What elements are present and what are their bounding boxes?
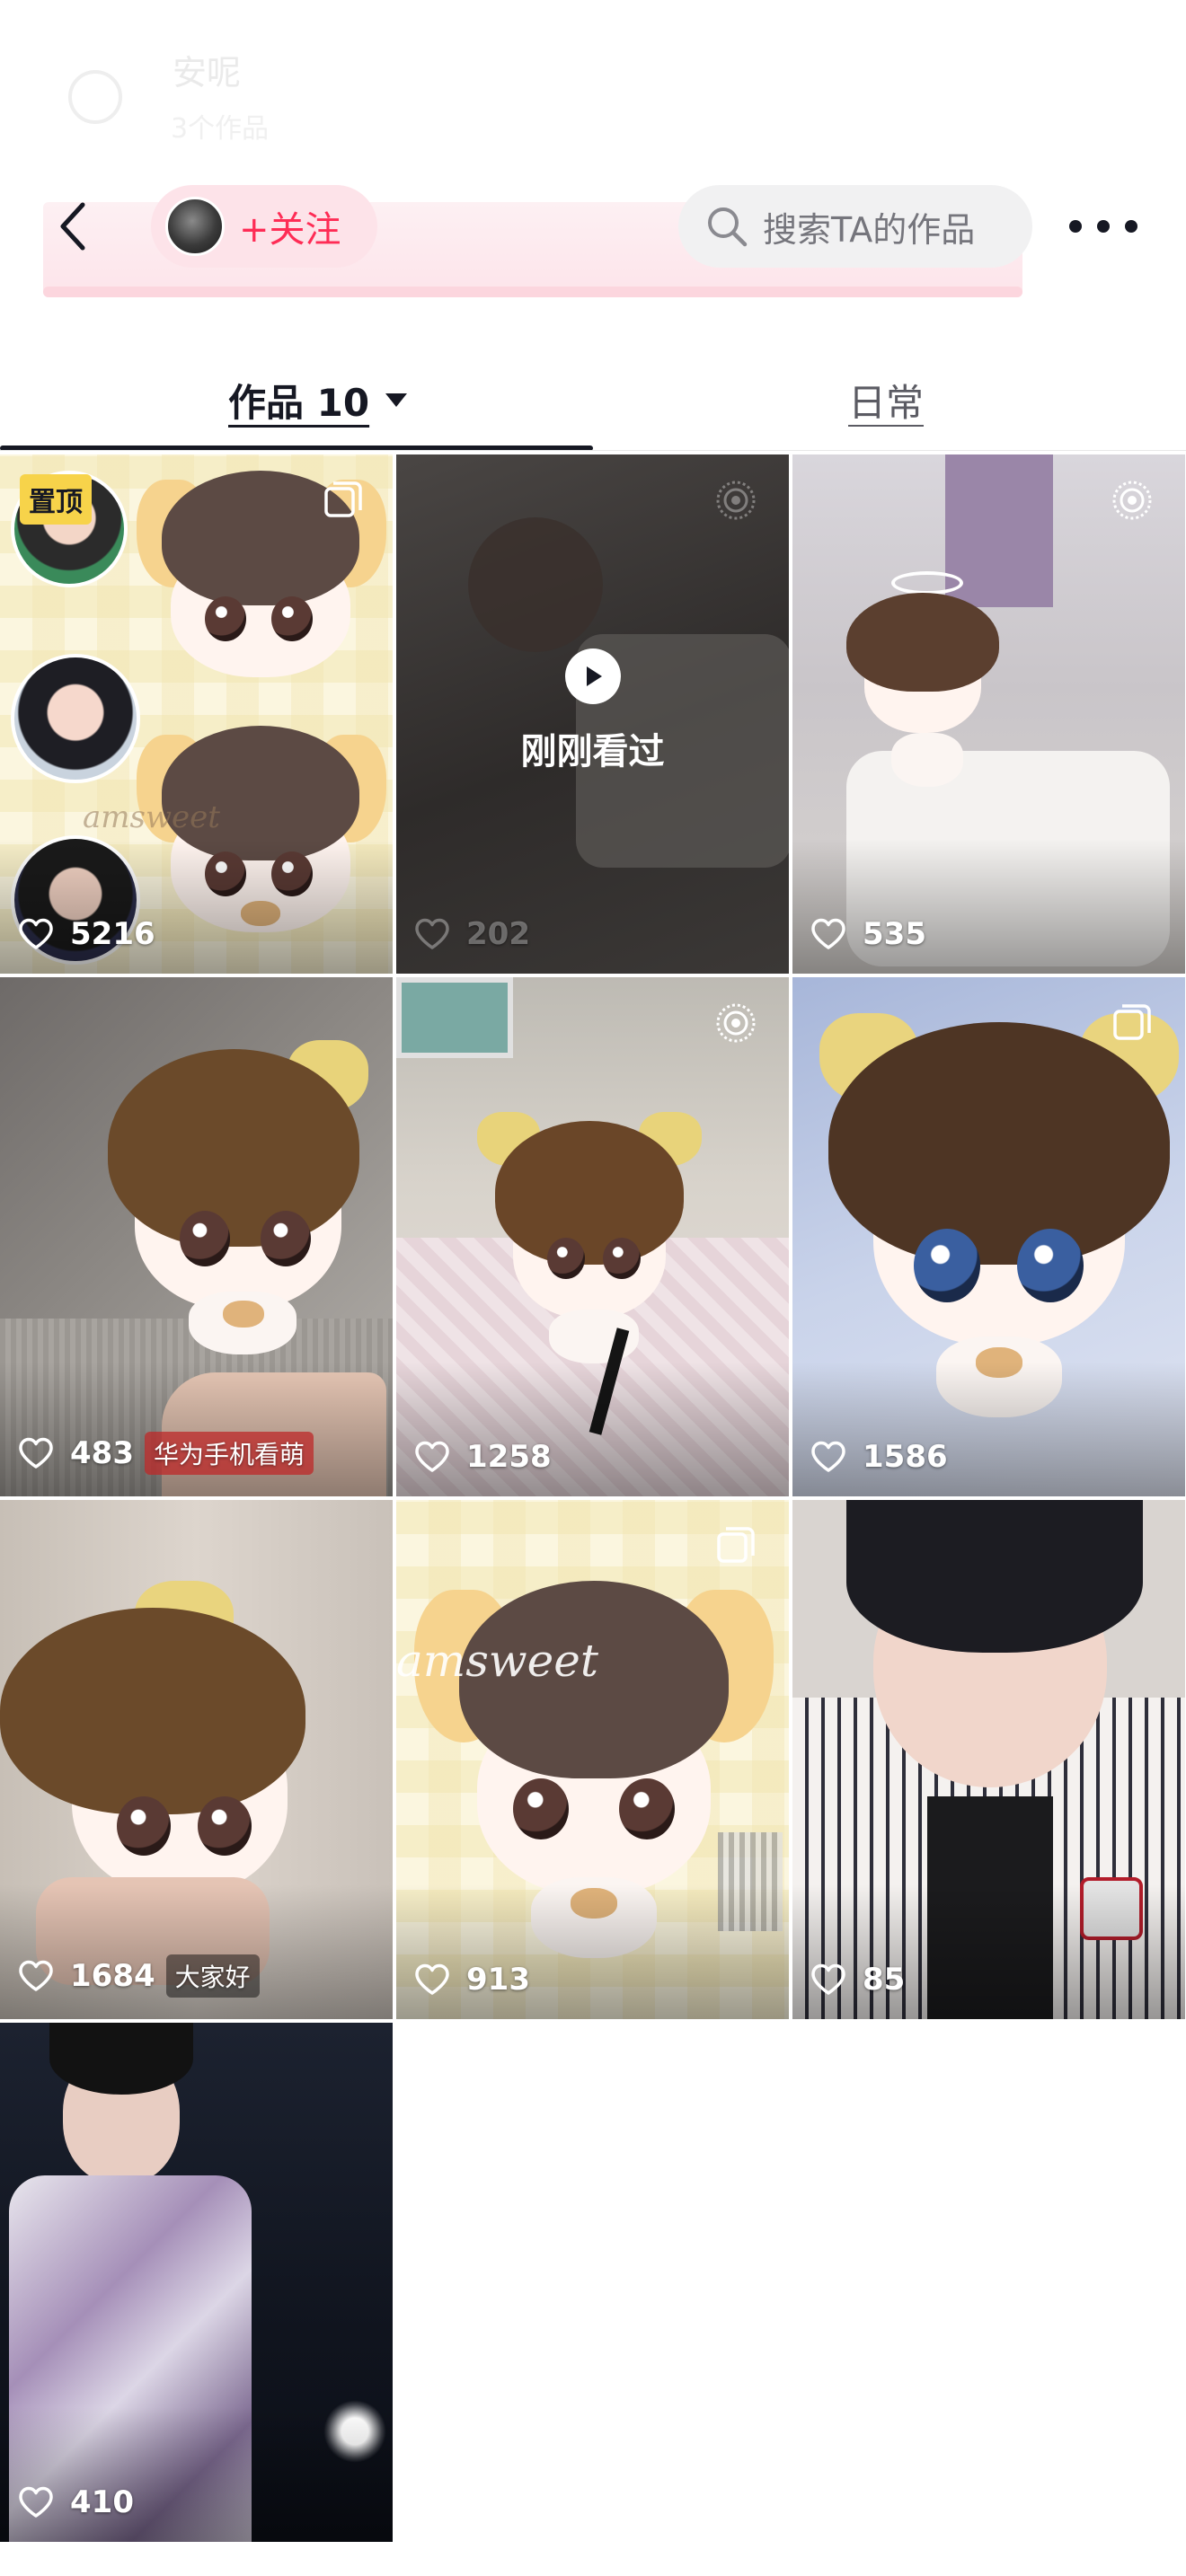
follow-button[interactable]: +关注: [151, 185, 377, 268]
multi-image-icon: [324, 481, 362, 517]
video-tile[interactable]: 535: [792, 454, 1185, 974]
video-tile[interactable]: amsweet 913: [396, 1500, 789, 2019]
follow-label: +关注: [239, 209, 341, 251]
heart-icon: [415, 1963, 449, 1995]
like-count-value: 202: [466, 916, 530, 952]
heart-icon: [19, 1960, 53, 1991]
heart-icon: [19, 1437, 53, 1469]
like-count: 85: [810, 1962, 905, 1998]
video-tile[interactable]: 1586: [792, 977, 1185, 1496]
search-input[interactable]: 搜索TA的作品: [678, 185, 1032, 268]
live-photo-icon: [1112, 481, 1152, 520]
recently-watched-label: 刚刚看过: [520, 731, 665, 772]
like-count: 913: [414, 1962, 530, 1998]
header-ghost-subtitle: 3个作品: [171, 113, 270, 145]
like-count-value: 483: [70, 1435, 134, 1471]
header-ghost-avatar: [68, 70, 122, 124]
avatar: [11, 654, 140, 783]
play-icon: [564, 648, 621, 704]
tab-daily[interactable]: 日常: [848, 368, 924, 431]
heart-icon: [811, 1441, 845, 1472]
like-count-value: 1684: [70, 1958, 155, 1994]
video-tile[interactable]: 85: [792, 1500, 1185, 2019]
search-placeholder: 搜索TA的作品: [763, 209, 976, 250]
plush-doll: [90, 1031, 377, 1354]
like-count: 5216: [18, 916, 155, 952]
tab-daily-label: 日常: [848, 380, 925, 425]
more-dot-icon: [1097, 220, 1110, 233]
like-count-value: 85: [863, 1962, 906, 1998]
header-ghost-name: 安呢: [173, 53, 242, 93]
heart-icon: [19, 2486, 53, 2518]
video-tile[interactable]: 刚刚看过 202: [396, 454, 789, 974]
like-count: 535: [810, 916, 926, 952]
watermark-logo: amsweet: [83, 799, 220, 835]
tab-works-label: 作品 10: [228, 380, 370, 425]
more-dot-icon: [1125, 220, 1137, 233]
like-count-value: 5216: [70, 916, 155, 952]
multi-image-icon: [717, 1527, 755, 1563]
tab-divider: [0, 450, 1186, 451]
like-count: 202: [414, 916, 530, 952]
like-count: 1684 大家好: [18, 1954, 260, 1998]
video-caption-overlay: 华为手机看萌: [144, 1432, 314, 1475]
heart-icon: [415, 1441, 449, 1472]
video-tile[interactable]: amsweet 置顶 5216: [0, 454, 393, 974]
pinned-badge: 置顶: [20, 474, 92, 525]
video-tile[interactable]: 483 华为手机看萌: [0, 977, 393, 1496]
like-count-value: 1258: [466, 1439, 552, 1475]
plush-doll: [477, 1103, 702, 1363]
heart-icon: [19, 918, 53, 949]
recently-watched-overlay: 刚刚看过: [396, 648, 789, 774]
like-count: 1258: [414, 1439, 552, 1475]
like-count-value: 1586: [863, 1439, 948, 1475]
search-icon: [704, 203, 750, 250]
tab-works[interactable]: 作品 10: [228, 368, 408, 431]
video-caption-overlay: 大家好: [165, 1954, 260, 1998]
more-dot-icon: [1069, 220, 1082, 233]
more-options-button[interactable]: [1069, 205, 1137, 248]
like-count: 1586: [810, 1439, 948, 1475]
caret-down-icon: [385, 393, 408, 407]
like-count-value: 410: [70, 2484, 134, 2520]
like-count: 410: [18, 2484, 134, 2520]
heart-icon: [811, 1963, 845, 1995]
heart-icon: [415, 918, 449, 949]
multi-image-icon: [1113, 1004, 1151, 1040]
back-button[interactable]: [52, 199, 93, 253]
plush-doll: [828, 571, 1017, 787]
avatar: [165, 197, 225, 256]
like-count-value: 913: [466, 1962, 530, 1998]
video-tile[interactable]: 1684 大家好: [0, 1500, 393, 2019]
live-photo-icon: [716, 1003, 756, 1043]
video-tile[interactable]: 410: [0, 2023, 393, 2542]
heart-icon: [811, 918, 845, 949]
video-tile[interactable]: 1258: [396, 977, 789, 1496]
like-count: 483 华为手机看萌: [18, 1432, 314, 1475]
live-photo-icon: [716, 481, 756, 520]
watermark-logo: amsweet: [396, 1635, 598, 1687]
chevron-left-icon: [60, 202, 85, 251]
like-count-value: 535: [863, 916, 926, 952]
